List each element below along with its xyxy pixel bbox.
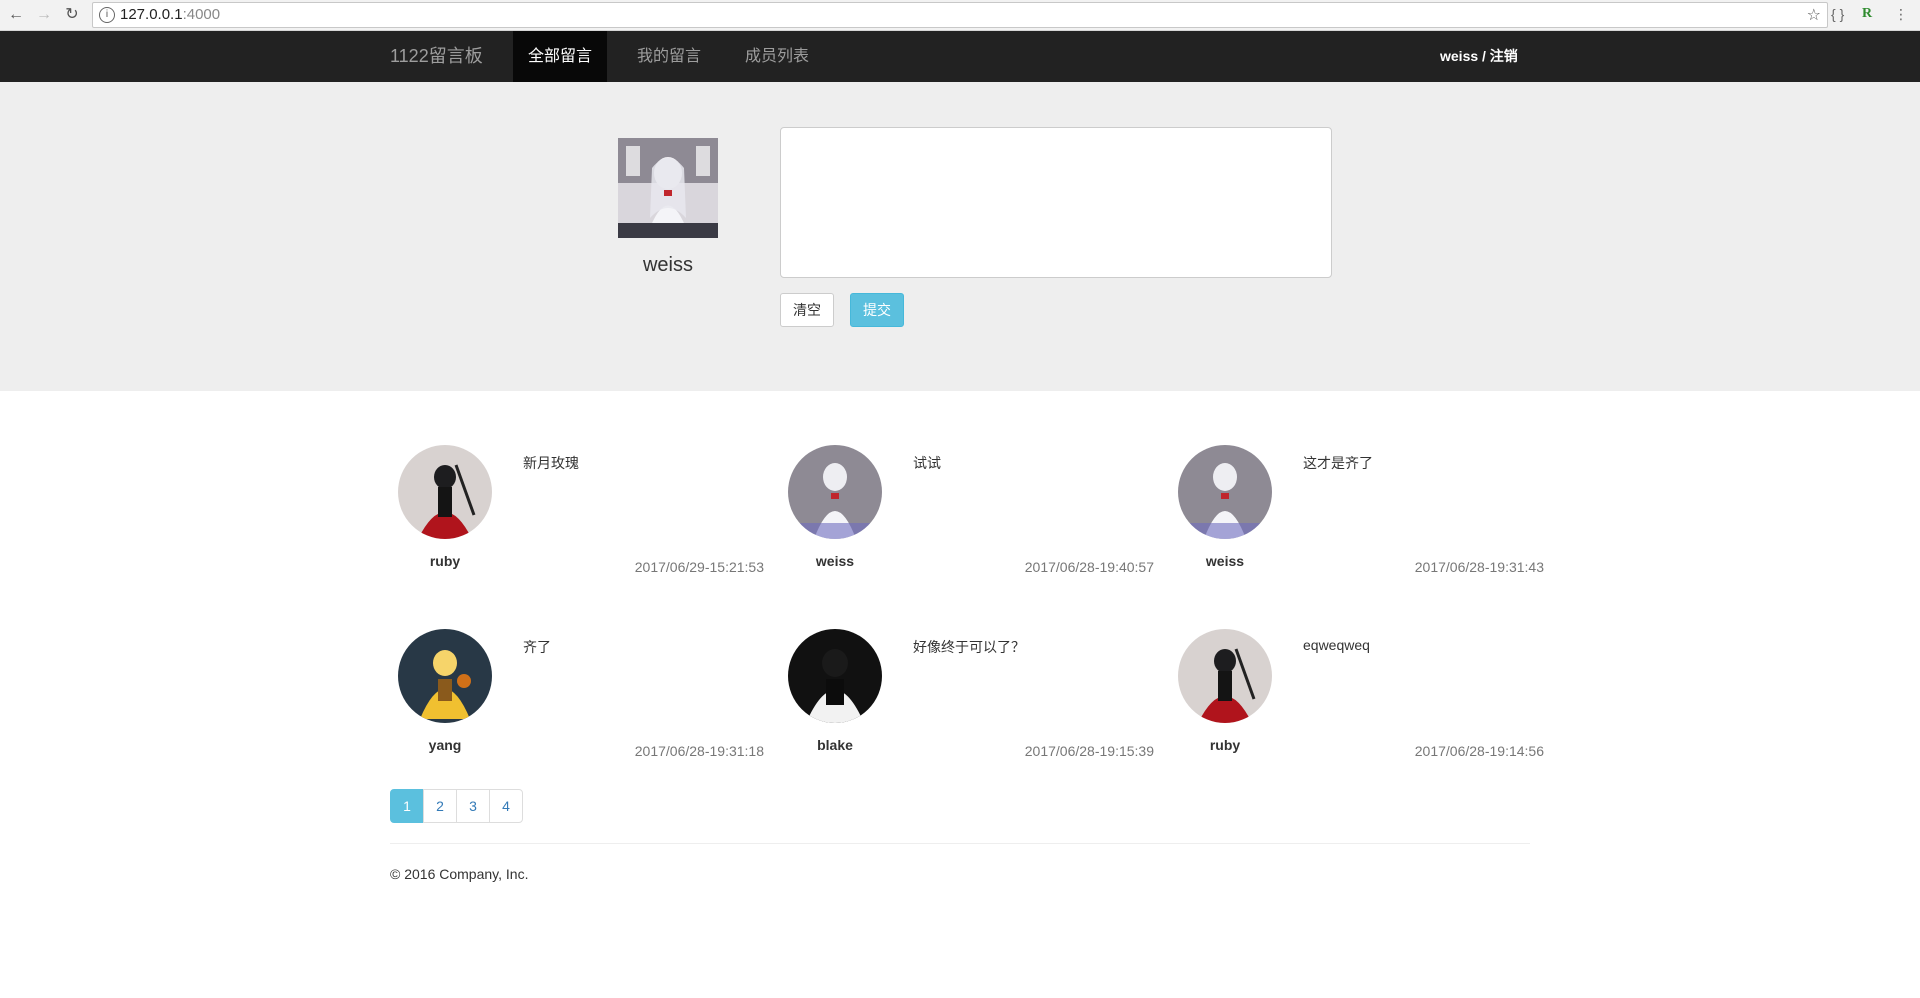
message-card: weiss 这才是齐了 2017/06/28-19:31:43 <box>1170 445 1544 585</box>
nav-all-messages[interactable]: 全部留言 <box>513 31 608 82</box>
message-card: blake 好像终于可以了？ 2017/06/28-19:15:39 <box>780 629 1154 769</box>
message-text: 试试 <box>913 455 941 471</box>
pagination: 1 2 3 4 <box>390 789 523 823</box>
current-user-name: weiss <box>642 254 693 276</box>
message-time: 2017/06/28-19:31:43 <box>1414 559 1544 575</box>
page-link-2[interactable]: 2 <box>423 789 457 823</box>
page-link-3[interactable]: 3 <box>456 789 490 823</box>
submit-button[interactable]: 提交 <box>850 293 904 327</box>
nav-member-list[interactable]: 成员列表 <box>730 31 824 82</box>
message-text: eqweqweq <box>1303 637 1370 653</box>
forward-arrow-icon[interactable]: → <box>34 5 54 25</box>
message-time: 2017/06/28-19:31:18 <box>634 743 764 759</box>
ruby-avatar <box>1178 629 1272 723</box>
info-icon[interactable]: i <box>99 7 115 23</box>
r-extension-icon[interactable]: R <box>1862 6 1872 22</box>
message-text: 好像终于可以了？ <box>913 639 1025 655</box>
message-author: ruby <box>1209 737 1241 753</box>
json-extension-icon[interactable]: { } <box>1831 6 1844 22</box>
message-card: ruby 新月玫瑰 2017/06/29-15:21:53 <box>390 445 764 585</box>
user-logout-link[interactable]: weiss / 注销 <box>1440 31 1518 82</box>
message-author: weiss <box>815 553 855 569</box>
star-icon[interactable]: ☆ <box>1807 5 1821 25</box>
message-text: 齐了 <box>523 639 551 655</box>
site-navbar: 1122留言板 全部留言 我的留言 成员列表 weiss / 注销 <box>0 31 1920 82</box>
message-time: 2017/06/28-19:14:56 <box>1414 743 1544 759</box>
blake-avatar <box>788 629 882 723</box>
browser-toolbar: ← → ↻ i 127.0.0.1:4000 ☆ { } R ⋮ <box>0 0 1920 31</box>
message-author: blake <box>817 737 853 753</box>
message-time: 2017/06/29-15:21:53 <box>634 559 764 575</box>
message-textarea[interactable] <box>780 127 1332 278</box>
yang-avatar <box>398 629 492 723</box>
message-author: ruby <box>429 553 461 569</box>
page-link-4[interactable]: 4 <box>489 789 523 823</box>
url-text[interactable]: 127.0.0.1:4000 <box>120 6 220 23</box>
reload-icon[interactable]: ↻ <box>62 5 82 25</box>
footer-divider <box>390 843 1530 844</box>
address-bar[interactable]: i 127.0.0.1:4000 ☆ <box>92 2 1828 28</box>
compose-section: weiss 清空 提交 <box>0 82 1920 391</box>
clear-button[interactable]: 清空 <box>780 293 834 327</box>
message-author: weiss <box>1205 553 1245 569</box>
message-time: 2017/06/28-19:40:57 <box>1024 559 1154 575</box>
footer-copyright: © 2016 Company, Inc. <box>390 866 529 882</box>
page-link-1[interactable]: 1 <box>390 789 424 823</box>
nav-my-messages[interactable]: 我的留言 <box>622 31 716 82</box>
back-arrow-icon[interactable]: ← <box>6 5 26 25</box>
message-text: 这才是齐了 <box>1303 455 1373 471</box>
message-card: ruby eqweqweq 2017/06/28-19:14:56 <box>1170 629 1544 769</box>
current-user-avatar <box>618 138 718 238</box>
message-author: yang <box>428 737 462 753</box>
menu-dots-icon[interactable]: ⋮ <box>1894 6 1908 23</box>
message-card: yang 齐了 2017/06/28-19:31:18 <box>390 629 764 769</box>
weiss-avatar <box>788 445 882 539</box>
message-time: 2017/06/28-19:15:39 <box>1024 743 1154 759</box>
brand-link[interactable]: 1122留言板 <box>390 31 483 82</box>
ruby-avatar <box>398 445 492 539</box>
message-text: 新月玫瑰 <box>523 455 579 471</box>
message-card: weiss 试试 2017/06/28-19:40:57 <box>780 445 1154 585</box>
weiss-avatar <box>1178 445 1272 539</box>
